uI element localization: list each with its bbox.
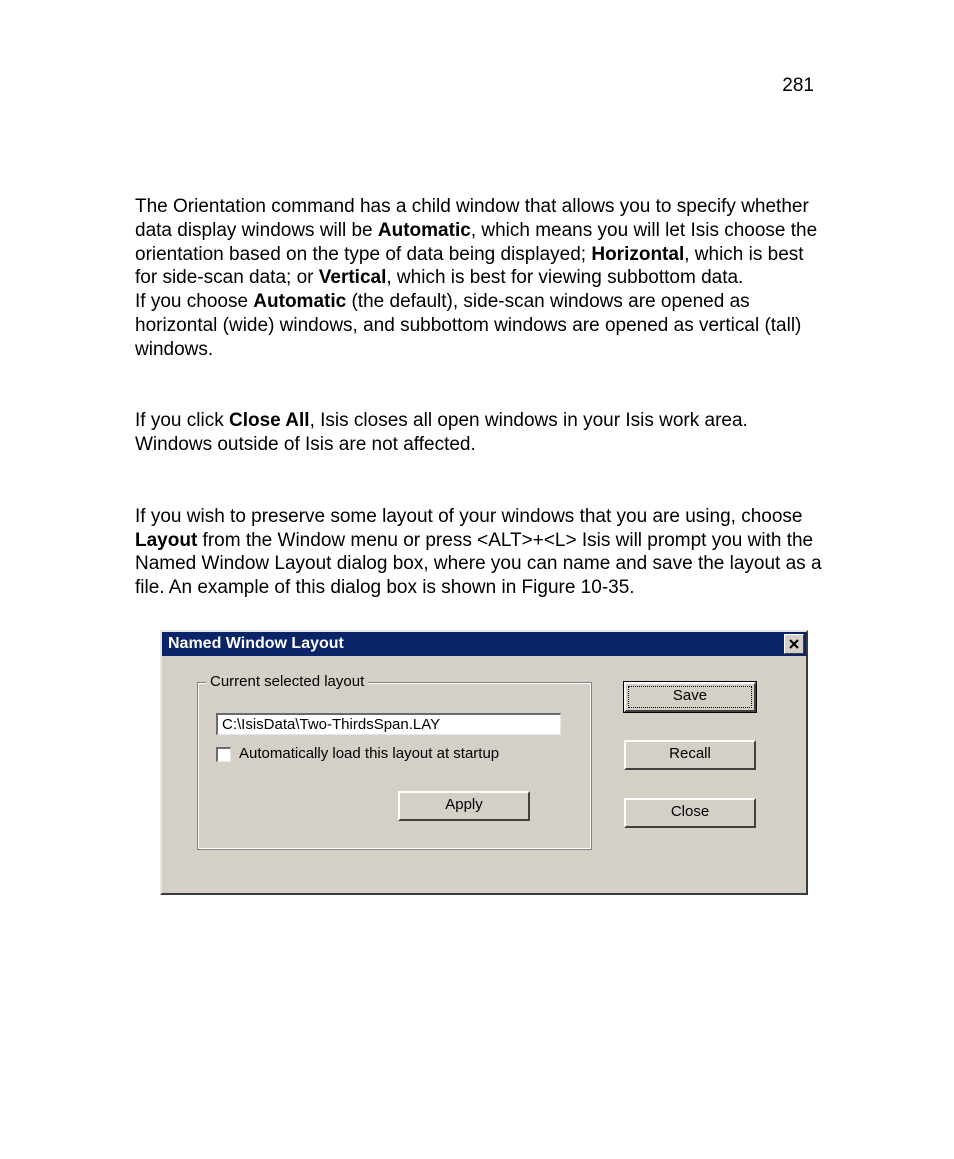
text-bold-vertical: Vertical (319, 267, 387, 288)
text-bold-horizontal: Horizontal (591, 244, 684, 265)
button-label: Save (673, 687, 707, 706)
paragraph-orientation: The Orientation command has a child wind… (135, 195, 825, 290)
paragraph-close-all: If you click Close All, Isis closes all … (135, 409, 825, 457)
page-number: 281 (782, 75, 814, 97)
close-button[interactable]: Close (624, 798, 756, 828)
text-bold-close-all: Close All (229, 410, 310, 431)
dialog-title: Named Window Layout (168, 634, 344, 654)
text-bold-automatic: Automatic (378, 220, 471, 241)
button-label: Close (671, 803, 709, 822)
paragraph-layout: If you wish to preserve some layout of y… (135, 505, 825, 600)
current-selected-layout-group: Current selected layout Automatically lo… (197, 682, 592, 850)
layout-path-input[interactable] (216, 713, 561, 735)
paragraph-automatic-default: If you choose Automatic (the default), s… (135, 290, 825, 361)
text-bold-layout: Layout (135, 530, 197, 551)
dialog-body: Current selected layout Automatically lo… (162, 656, 806, 893)
text: from the Window menu or press <ALT>+<L> … (135, 530, 822, 599)
autoload-checkbox[interactable] (216, 747, 231, 762)
x-icon (789, 639, 799, 649)
save-button[interactable]: Save (624, 682, 756, 712)
button-label: Apply (445, 796, 483, 815)
group-legend: Current selected layout (206, 673, 368, 692)
autoload-label: Automatically load this layout at startu… (239, 745, 499, 764)
dialog-titlebar[interactable]: Named Window Layout (162, 632, 806, 656)
text: , which is best for viewing subbottom da… (386, 267, 743, 288)
text-bold-automatic: Automatic (253, 291, 346, 312)
button-label: Recall (669, 745, 711, 764)
text: If you choose (135, 291, 253, 312)
close-icon[interactable] (784, 634, 804, 654)
text: If you wish to preserve some layout of y… (135, 506, 802, 527)
apply-button[interactable]: Apply (398, 791, 530, 821)
autoload-checkbox-row: Automatically load this layout at startu… (216, 745, 499, 764)
text: If you click (135, 410, 229, 431)
recall-button[interactable]: Recall (624, 740, 756, 770)
page-content: The Orientation command has a child wind… (135, 195, 825, 895)
named-window-layout-dialog: Named Window Layout Current selected lay… (160, 630, 808, 895)
